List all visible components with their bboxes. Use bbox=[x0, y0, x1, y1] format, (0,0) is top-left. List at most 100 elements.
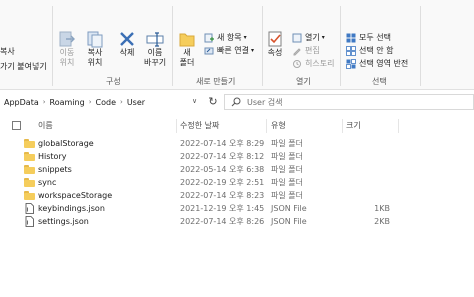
move-to-label: 이동 위치 bbox=[59, 48, 75, 67]
ribbon-separator bbox=[340, 6, 341, 86]
folder-icon bbox=[24, 191, 35, 200]
column-divider[interactable] bbox=[342, 119, 343, 133]
new-folder-button[interactable]: 새 폴더 bbox=[178, 30, 196, 68]
select-all-icon bbox=[346, 33, 356, 43]
search-input[interactable] bbox=[247, 97, 447, 107]
select-none-button[interactable]: 선택 안 함 bbox=[346, 45, 394, 56]
rename-button[interactable]: 이름 바꾸기 bbox=[144, 30, 166, 68]
invert-selection-icon bbox=[346, 58, 356, 69]
column-divider[interactable] bbox=[398, 119, 399, 133]
file-type: JSON File bbox=[271, 204, 307, 213]
file-type: 파일 폴더 bbox=[271, 191, 303, 200]
move-to-button[interactable]: 이동 위치 bbox=[58, 30, 76, 68]
select-all-button[interactable]: 모두 선택 bbox=[346, 32, 391, 43]
column-header-date[interactable]: 수정한 날짜 bbox=[180, 120, 219, 131]
copy-to-button[interactable]: 복사 위치 bbox=[86, 30, 104, 68]
list-item[interactable]: keybindings.json 2021-12-19 오후 1:45 JSON… bbox=[0, 202, 474, 215]
file-name: settings.json bbox=[38, 217, 89, 226]
list-item[interactable]: sync 2022-02-19 오후 2:51 파일 폴더 bbox=[0, 176, 474, 189]
address-history-chevron-icon[interactable]: ∨ bbox=[192, 97, 197, 105]
ribbon-separator bbox=[52, 6, 53, 86]
select-group-label: 선택 bbox=[372, 77, 387, 86]
file-type: JSON File bbox=[271, 217, 307, 226]
column-header-name[interactable]: 이름 bbox=[38, 120, 53, 131]
edit-button[interactable]: 편집 bbox=[292, 45, 320, 56]
chevron-down-icon: ▾ bbox=[250, 47, 254, 54]
paste-shortcut-button[interactable]: 가기 붙여넣기 bbox=[0, 61, 47, 72]
breadcrumb[interactable]: AppData › Roaming › Code › User bbox=[0, 93, 204, 111]
folder-icon bbox=[24, 139, 35, 148]
list-item[interactable]: snippets 2022-05-14 오후 6:38 파일 폴더 bbox=[0, 163, 474, 176]
copy-to-icon bbox=[86, 30, 104, 48]
file-name: History bbox=[38, 152, 67, 161]
select-none-label: 선택 안 함 bbox=[359, 46, 394, 55]
folder-icon bbox=[24, 152, 35, 161]
chevron-right-icon[interactable]: › bbox=[43, 98, 46, 106]
open-button[interactable]: 열기 ▾ bbox=[292, 32, 325, 43]
file-type: 파일 폴더 bbox=[271, 139, 303, 148]
refresh-button[interactable]: ↻ bbox=[206, 94, 220, 110]
new-item-icon bbox=[204, 33, 214, 43]
chevron-down-icon: ▾ bbox=[321, 34, 325, 41]
json-file-icon bbox=[25, 203, 34, 214]
file-date: 2022-02-19 오후 2:51 bbox=[180, 178, 265, 187]
properties-label: 속성 bbox=[267, 48, 283, 57]
list-item[interactable]: settings.json 2022-07-14 오후 8:26 JSON Fi… bbox=[0, 215, 474, 228]
search-box[interactable] bbox=[224, 94, 474, 110]
rename-icon bbox=[146, 30, 164, 48]
quick-access-icon bbox=[204, 46, 214, 56]
new-group-label: 새로 만들기 bbox=[196, 77, 236, 86]
chevron-down-icon: ▾ bbox=[243, 34, 247, 41]
file-name: sync bbox=[38, 178, 57, 187]
breadcrumb-item[interactable]: AppData bbox=[4, 98, 39, 107]
select-all-checkbox[interactable] bbox=[12, 121, 21, 130]
rename-label: 이름 바꾸기 bbox=[144, 48, 167, 67]
file-name: globalStorage bbox=[38, 139, 94, 148]
list-item[interactable]: History 2022-07-14 오후 8:12 파일 폴더 bbox=[0, 150, 474, 163]
column-header-row: 이름 수정한 날짜 유형 크기 bbox=[0, 117, 474, 135]
quick-access-button[interactable]: 빠른 연결 ▾ bbox=[204, 45, 254, 56]
file-date: 2021-12-19 오후 1:45 bbox=[180, 204, 265, 213]
new-item-button[interactable]: 새 항목 ▾ bbox=[204, 32, 247, 43]
delete-icon bbox=[118, 30, 136, 48]
file-name: snippets bbox=[38, 165, 72, 174]
file-type: 파일 폴더 bbox=[271, 178, 303, 187]
file-date: 2022-07-14 오후 8:29 bbox=[180, 139, 265, 148]
refresh-icon: ↻ bbox=[208, 95, 218, 108]
column-divider[interactable] bbox=[266, 119, 267, 133]
history-button[interactable]: 히스토리 bbox=[292, 58, 334, 69]
column-divider[interactable] bbox=[176, 119, 177, 133]
list-item[interactable]: workspaceStorage 2022-07-14 오후 8:23 파일 폴… bbox=[0, 189, 474, 202]
breadcrumb-item[interactable]: Roaming bbox=[50, 98, 85, 107]
column-header-size[interactable]: 크기 bbox=[346, 120, 361, 131]
edit-label: 편집 bbox=[305, 46, 320, 55]
select-all-label: 모두 선택 bbox=[359, 33, 391, 42]
breadcrumb-item[interactable]: User bbox=[127, 98, 145, 107]
open-icon bbox=[292, 33, 302, 43]
file-type: 파일 폴더 bbox=[271, 165, 303, 174]
new-folder-label: 새 폴더 bbox=[179, 48, 195, 67]
breadcrumb-item[interactable]: Code bbox=[96, 98, 116, 107]
open-label: 열기 bbox=[305, 33, 320, 42]
properties-button[interactable]: 속성 bbox=[266, 30, 284, 58]
delete-label: 삭제 bbox=[119, 48, 135, 57]
history-icon bbox=[292, 59, 302, 69]
new-folder-icon bbox=[178, 30, 196, 48]
edit-icon bbox=[292, 46, 302, 56]
move-to-icon bbox=[58, 30, 76, 48]
file-date: 2022-05-14 오후 6:38 bbox=[180, 165, 265, 174]
column-header-type[interactable]: 유형 bbox=[271, 120, 286, 131]
file-size: 1KB bbox=[374, 204, 390, 213]
list-item[interactable]: globalStorage 2022-07-14 오후 8:29 파일 폴더 bbox=[0, 137, 474, 150]
chevron-right-icon[interactable]: › bbox=[89, 98, 92, 106]
file-size: 2KB bbox=[374, 217, 390, 226]
copy-button[interactable]: 복사 bbox=[0, 46, 15, 57]
file-name: keybindings.json bbox=[38, 204, 105, 213]
chevron-right-icon[interactable]: › bbox=[120, 98, 123, 106]
ribbon: 복사 가기 붙여넣기 이동 위치 복사 위치 삭제 이름 바꾸기 구성 새 폴더 bbox=[0, 0, 474, 90]
json-file-icon bbox=[25, 216, 34, 227]
delete-button[interactable]: 삭제 bbox=[118, 30, 136, 58]
properties-icon bbox=[266, 30, 284, 48]
copy-to-label: 복사 위치 bbox=[87, 48, 103, 67]
invert-selection-button[interactable]: 선택 영역 반전 bbox=[346, 58, 408, 69]
